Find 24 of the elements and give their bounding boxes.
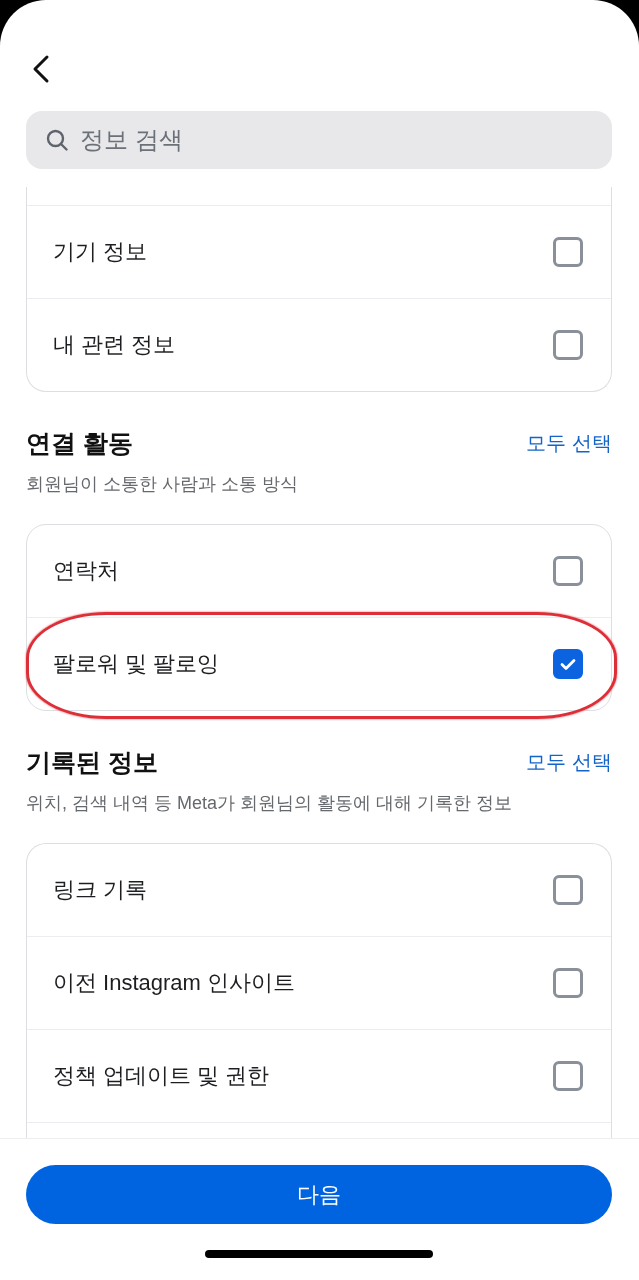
checkmark-icon — [560, 657, 576, 671]
search-icon — [46, 129, 68, 151]
section-title: 기록된 정보 — [26, 746, 158, 778]
search-field[interactable]: 정보 검색 — [26, 111, 612, 169]
section-description: 회원님이 소통한 사람과 소통 방식 — [26, 473, 299, 496]
checkbox[interactable] — [553, 968, 583, 998]
section-title: 연결 활동 — [26, 427, 133, 459]
checkbox[interactable] — [553, 1061, 583, 1091]
option-label: 링크 기록 — [53, 876, 148, 904]
select-all-link[interactable]: 모두 선택 — [526, 429, 612, 457]
checkbox[interactable] — [553, 875, 583, 905]
checkbox[interactable] — [553, 330, 583, 360]
option-label: 기기 정보 — [53, 238, 148, 266]
option-label: 정책 업데이트 및 권한 — [53, 1062, 270, 1090]
next-button[interactable]: 다음 — [26, 1165, 612, 1224]
select-all-link[interactable]: 모두 선택 — [526, 748, 612, 776]
option-label: 이전 Instagram 인사이트 — [53, 969, 296, 997]
option-label: 내 관련 정보 — [53, 331, 176, 359]
checkbox[interactable] — [553, 649, 583, 679]
option-label: 연락처 — [53, 557, 119, 585]
checkbox[interactable] — [553, 237, 583, 267]
checkbox[interactable] — [553, 556, 583, 586]
section-description: 위치, 검색 내역 등 Meta가 회원님의 활동에 대해 기록한 정보 — [26, 792, 514, 815]
option-label: 팔로워 및 팔로잉 — [53, 650, 220, 678]
